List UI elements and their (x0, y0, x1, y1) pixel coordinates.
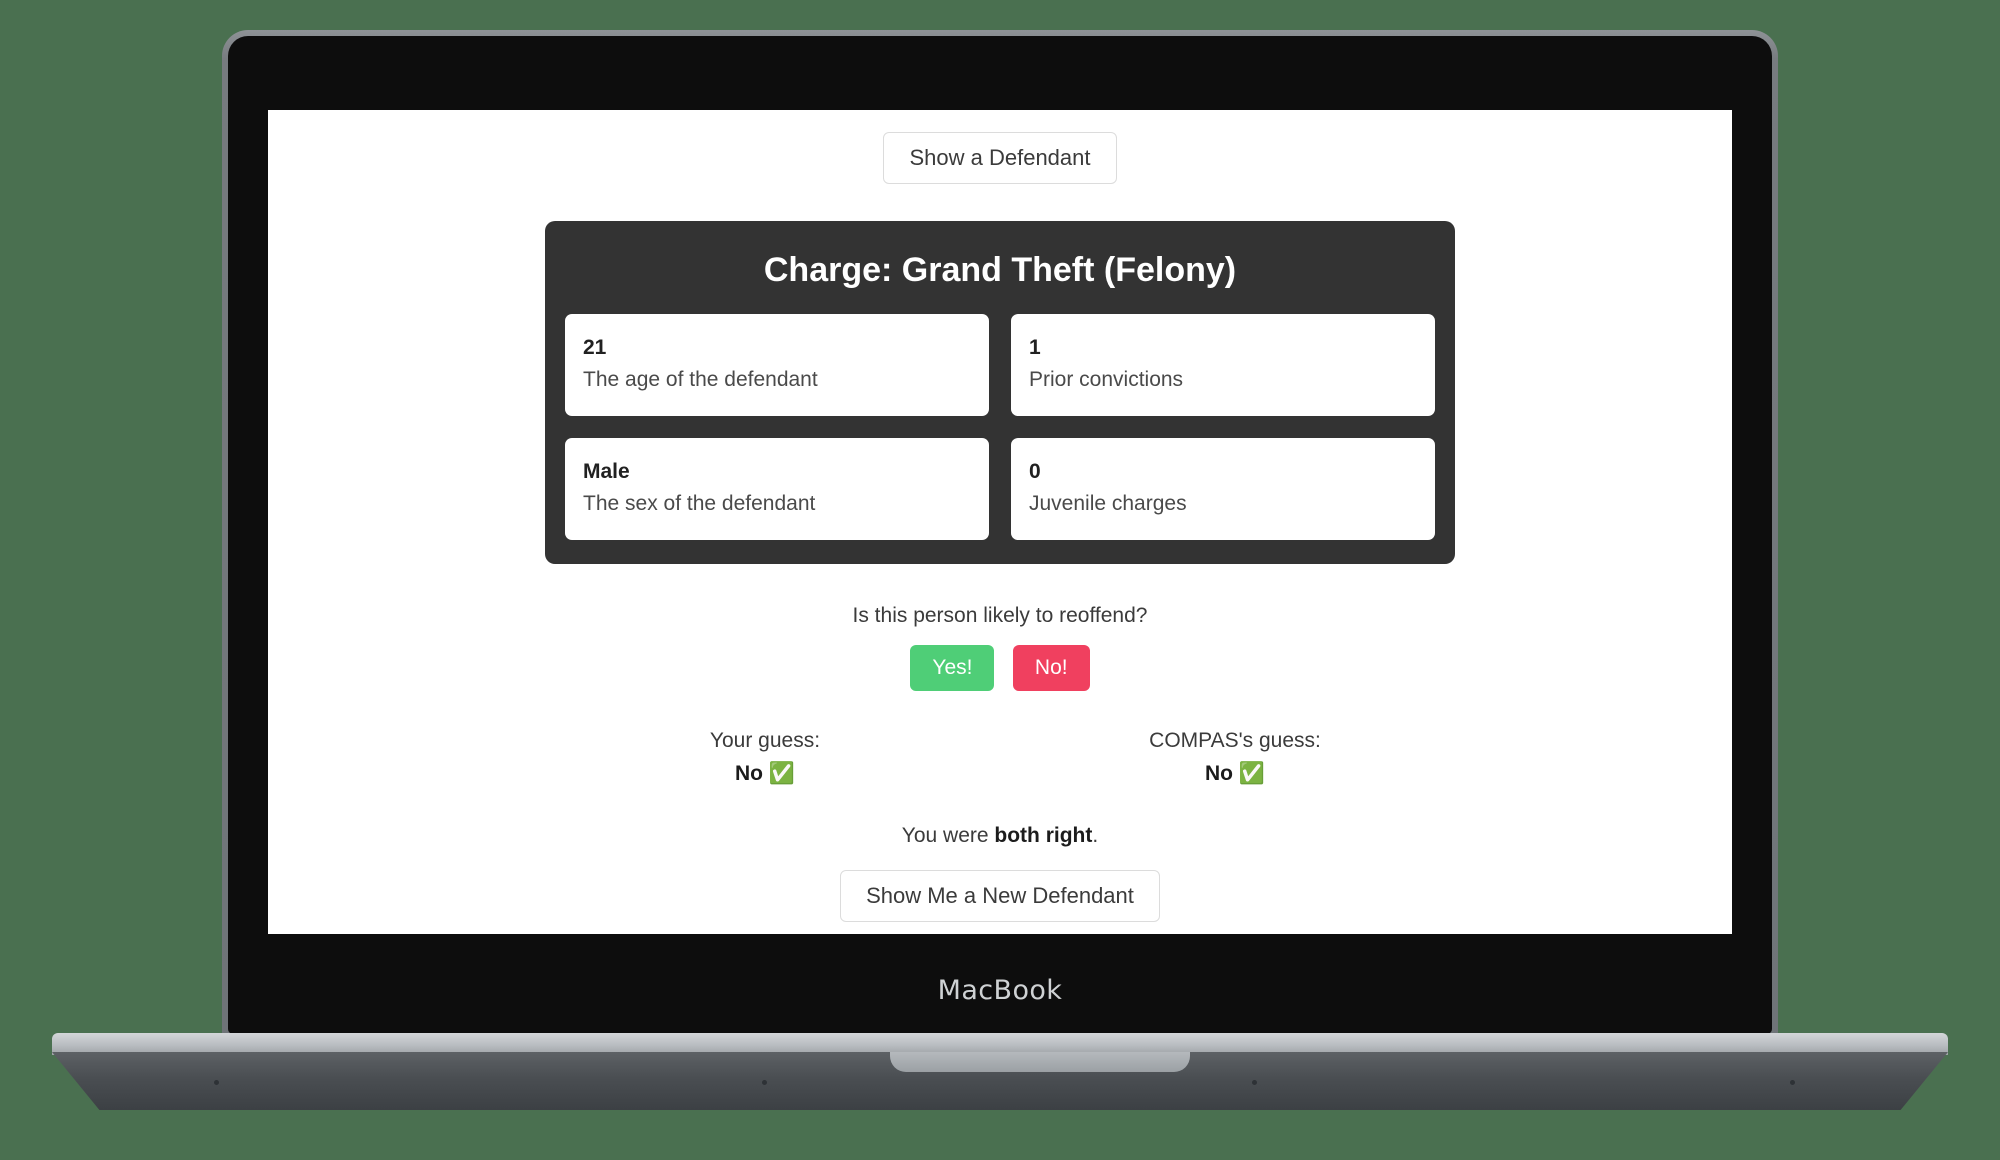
compas-guess-value: No ✅ (1205, 762, 1265, 786)
base-foot-dot (1252, 1080, 1257, 1085)
macbook-brand-label: MacBook (937, 975, 1063, 1006)
screen-content: Show a Defendant Charge: Grand Theft (Fe… (268, 110, 1732, 934)
your-guess-block: Your guess: No ✅ (530, 729, 1000, 786)
reoffend-question: Is this person likely to reoffend? (852, 604, 1148, 628)
fact-value: Male (583, 460, 630, 484)
your-guess-value: No ✅ (735, 762, 795, 786)
fact-label: Prior convictions (1029, 368, 1184, 392)
next-defendant-wrap: Show Me a New Defendant (268, 870, 1732, 923)
defendant-panel: Charge: Grand Theft (Felony) 21 The age … (545, 221, 1455, 565)
verdict-text: You were both right. (268, 824, 1732, 848)
top-bar: Show a Defendant (268, 132, 1732, 185)
laptop-base-notch (890, 1052, 1190, 1072)
compas-guess-block: COMPAS's guess: No ✅ (1000, 729, 1470, 786)
fact-value: 1 (1029, 336, 1041, 360)
charge-title: Charge: Grand Theft (Felony) (763, 251, 1237, 290)
your-guess-label: Your guess: (709, 729, 821, 753)
guess-results: Your guess: No ✅ COMPAS's guess: No ✅ (268, 729, 1732, 786)
laptop-mockup: Show a Defendant Charge: Grand Theft (Fe… (52, 30, 1948, 1110)
fact-card-juvenile: 0 Juvenile charges (1011, 438, 1435, 541)
show-defendant-button[interactable]: Show a Defendant (883, 132, 1117, 185)
fact-card-age: 21 The age of the defendant (565, 314, 989, 417)
screen-bezel: Show a Defendant Charge: Grand Theft (Fe… (228, 36, 1772, 1034)
verdict-suffix: . (1092, 824, 1099, 848)
base-foot-dot (1790, 1080, 1795, 1085)
verdict-emphasis: both right (994, 824, 1093, 848)
base-foot-dot (214, 1080, 219, 1085)
fact-card-sex: Male The sex of the defendant (565, 438, 989, 541)
fact-card-priors: 1 Prior convictions (1011, 314, 1435, 417)
fact-value: 0 (1029, 460, 1041, 484)
fact-label: Juvenile charges (1029, 492, 1187, 516)
fact-label: The age of the defendant (583, 368, 818, 392)
fact-value: 21 (583, 336, 607, 360)
answer-yes-button[interactable]: Yes! (910, 645, 995, 692)
base-foot-dot (762, 1080, 767, 1085)
new-defendant-button[interactable]: Show Me a New Defendant (840, 870, 1160, 923)
app-page: Show a Defendant Charge: Grand Theft (Fe… (268, 110, 1732, 934)
defendant-fact-grid: 21 The age of the defendant 1 Prior conv… (565, 314, 1435, 541)
verdict-prefix: You were (901, 824, 995, 848)
laptop-lid: Show a Defendant Charge: Grand Theft (Fe… (222, 30, 1778, 1040)
compas-guess-label: COMPAS's guess: (1149, 729, 1321, 753)
answer-no-button[interactable]: No! (1012, 645, 1090, 692)
fact-label: The sex of the defendant (583, 492, 816, 516)
answer-buttons: Yes! No! (268, 645, 1732, 692)
